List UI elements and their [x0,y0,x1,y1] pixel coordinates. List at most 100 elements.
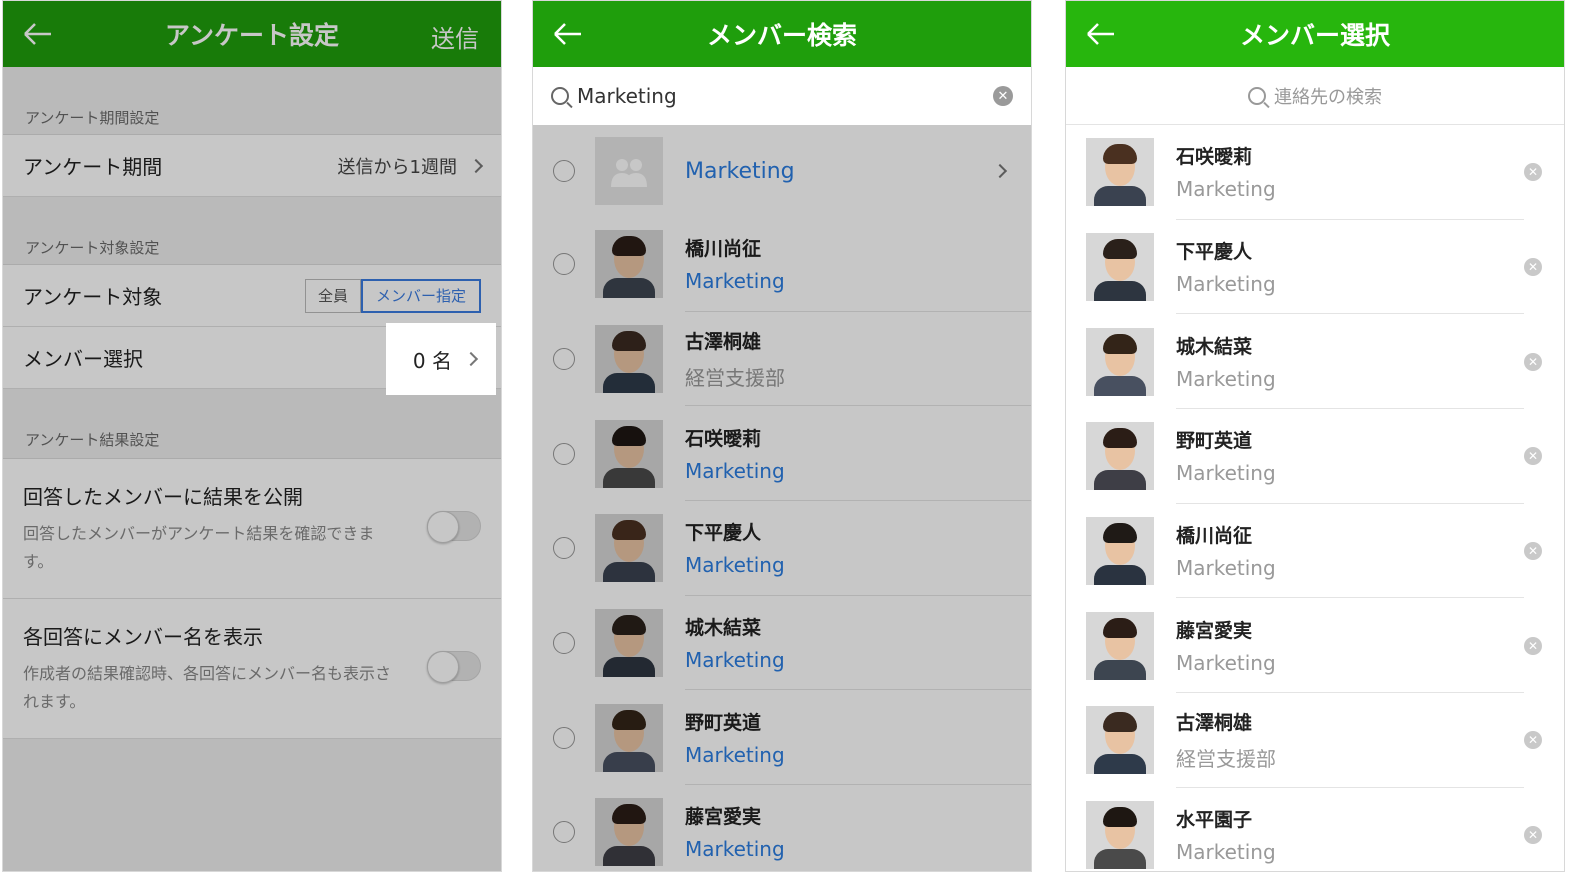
member-dept: Marketing [1176,556,1276,581]
member-count-highlight[interactable]: 0 名 [386,323,496,395]
radio-button[interactable] [553,348,575,371]
member-result-row[interactable]: 野町英道 Marketing [533,690,1031,786]
remove-icon[interactable]: ✕ [1524,542,1542,561]
selected-member-row[interactable]: 野町英道 Marketing ✕ [1066,409,1564,504]
target-all-option[interactable]: 全員 [305,278,361,313]
publish-results-title: 回答したメンバーに結果を公開 [23,485,303,509]
member-result-row[interactable]: 橋川尚征 Marketing [533,217,1031,312]
radio-button[interactable] [553,632,575,655]
publish-results-row: 回答したメンバーに結果を公開 回答したメンバーがアンケート結果を確認できます。 [3,459,501,599]
member-name: 藤宮愛実 [685,806,762,829]
clear-icon[interactable]: ✕ [993,86,1013,106]
member-name: 橋川尚征 [1176,525,1253,548]
member-result-row[interactable]: 古澤桐雄 経営支援部 [533,311,1031,407]
target-members-option[interactable]: メンバー指定 [361,278,481,313]
search-icon [551,87,569,105]
member-result-row[interactable]: 城木結菜 Marketing [533,595,1031,691]
member-name: 古澤桐雄 [1176,711,1253,734]
member-select-label: メンバー選択 [23,347,143,371]
member-results-list: 橋川尚征 Marketing 古澤桐雄 経営支援部 石咲曖莉 Marketing 下平慶人 M… [533,217,1031,871]
remove-icon[interactable]: ✕ [1524,636,1542,655]
selected-member-row[interactable]: 古澤桐雄 経営支援部 ✕ [1066,693,1564,788]
avatar-hair [1103,333,1137,354]
avatar-body [1094,186,1146,207]
avatar [595,703,663,772]
member-name: 野町英道 [1176,430,1253,453]
search-input[interactable]: Marketing [577,84,677,108]
avatar-body [1094,375,1146,396]
survey-settings-screen: アンケート設定 送信 アンケート期間設定 アンケート期間 送信から1週間 アンケ… [2,0,502,872]
remove-icon[interactable]: ✕ [1524,826,1542,845]
selected-member-row[interactable]: 城木結菜 Marketing ✕ [1066,314,1564,410]
selected-member-row[interactable]: 下平慶人 Marketing ✕ [1066,219,1564,315]
search-icon [1248,86,1266,105]
member-dept: Marketing [1176,177,1276,202]
period-section-label: アンケート期間設定 [3,67,501,135]
send-button[interactable]: 送信 [431,19,479,54]
result-section-label: アンケート結果設定 [3,389,501,459]
selected-member-row[interactable]: 石咲曖莉 Marketing ✕ [1066,125,1564,220]
avatar [1086,327,1154,396]
radio-button[interactable] [553,160,575,182]
avatar [595,609,663,678]
back-arrow-icon[interactable] [551,19,583,49]
member-search-screen: メンバー検索 Marketing ✕ Marketing 橋川尚征 Marketi… [532,0,1032,872]
avatar [595,514,663,583]
selected-member-row[interactable]: 藤宮愛実 Marketing ✕ [1066,598,1564,694]
group-result-row[interactable]: Marketing [533,125,1031,217]
search-bar[interactable]: Marketing ✕ [533,67,1031,125]
avatar [1086,138,1154,207]
radio-button[interactable] [553,537,575,560]
page-title: メンバー選択 [1239,21,1390,50]
avatar-body [1094,754,1146,775]
selected-member-row[interactable]: 水平園子 Marketing ✕ [1066,787,1564,871]
page-title: メンバー検索 [706,21,857,50]
member-result-row[interactable]: 石咲曖莉 Marketing [533,406,1031,502]
remove-icon[interactable]: ✕ [1524,447,1542,466]
avatar-body [1094,659,1146,680]
period-row[interactable]: アンケート期間 送信から1週間 [3,135,501,197]
member-dept: Marketing [685,458,785,483]
back-arrow-icon[interactable] [1084,19,1116,49]
contact-search-bar[interactable]: 連絡先の検索 [1066,67,1564,125]
radio-button[interactable] [553,442,575,465]
publish-results-toggle[interactable] [427,511,481,543]
member-name: 水平園子 [1176,809,1253,832]
member-name: 下平慶人 [685,522,762,545]
selected-member-row[interactable]: 橋川尚征 Marketing ✕ [1066,503,1564,599]
back-arrow-icon[interactable] [21,19,53,49]
remove-icon[interactable]: ✕ [1524,731,1542,750]
avatar [595,230,663,299]
search-placeholder: 連絡先の検索 [1274,86,1382,108]
member-result-row[interactable]: 下平慶人 Marketing [533,501,1031,596]
avatar-body [603,751,655,772]
radio-button[interactable] [553,726,575,749]
member-dept: Marketing [1176,366,1276,391]
avatar [595,419,663,488]
show-names-toggle[interactable] [427,651,481,683]
member-name: 石咲曖莉 [1176,146,1253,169]
avatar-body [603,846,655,867]
member-result-row[interactable]: 藤宮愛実 Marketing [533,785,1031,871]
avatar-body [1094,565,1146,586]
avatar-hair [612,804,646,825]
target-label: アンケート対象 [23,285,163,309]
member-count: 0 名 [412,348,452,373]
avatar-body [603,562,655,583]
member-name: 城木結菜 [1176,335,1253,358]
avatar-body [603,373,655,394]
target-segmented-control: 全員 メンバー指定 [305,278,481,313]
show-names-row: 各回答にメンバー名を表示 作成者の結果確認時、各回答にメンバー名も表示されます。 [3,599,501,739]
member-dept: Marketing [685,837,785,862]
page-title: アンケート設定 [164,21,339,50]
remove-icon[interactable]: ✕ [1524,352,1542,371]
group-icon [611,159,647,187]
remove-icon[interactable]: ✕ [1524,258,1542,277]
member-dept: Marketing [1176,650,1276,675]
avatar-hair [1103,428,1137,449]
member-dept: 経営支援部 [685,365,785,390]
radio-button[interactable] [553,253,575,276]
remove-icon[interactable]: ✕ [1524,163,1542,182]
avatar-body [603,467,655,488]
radio-button[interactable] [553,821,575,844]
